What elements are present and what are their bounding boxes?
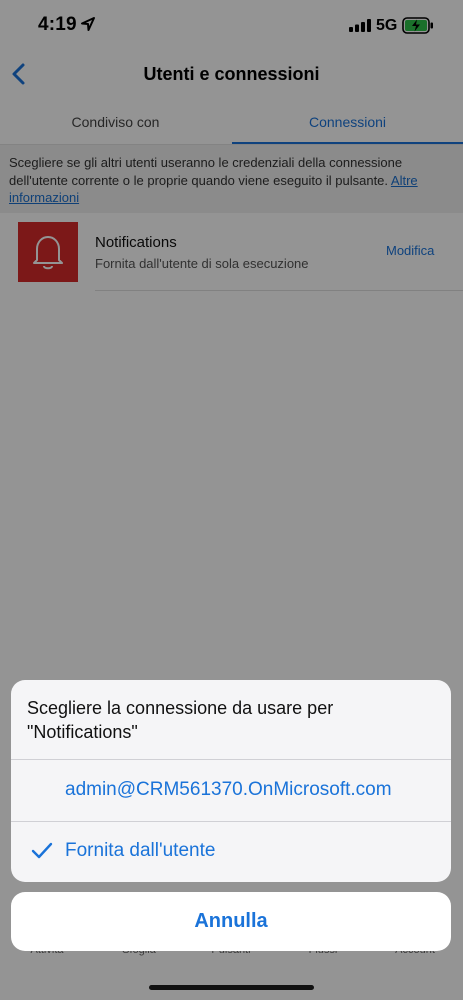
checkmark-icon [31,842,53,859]
cancel-button[interactable]: Annulla [11,892,451,951]
option-user-provided[interactable]: Fornita dall'utente [11,822,451,882]
home-indicator[interactable] [149,985,314,990]
action-sheet: Scegliere la connessione da usare per "N… [11,680,451,882]
option-user-provided-label: Fornita dall'utente [65,840,216,861]
action-sheet-title: Scegliere la connessione da usare per "N… [27,698,334,742]
option-admin-label: admin@CRM561370.OnMicrosoft.com [65,779,392,800]
option-admin-account[interactable]: admin@CRM561370.OnMicrosoft.com [11,760,451,821]
